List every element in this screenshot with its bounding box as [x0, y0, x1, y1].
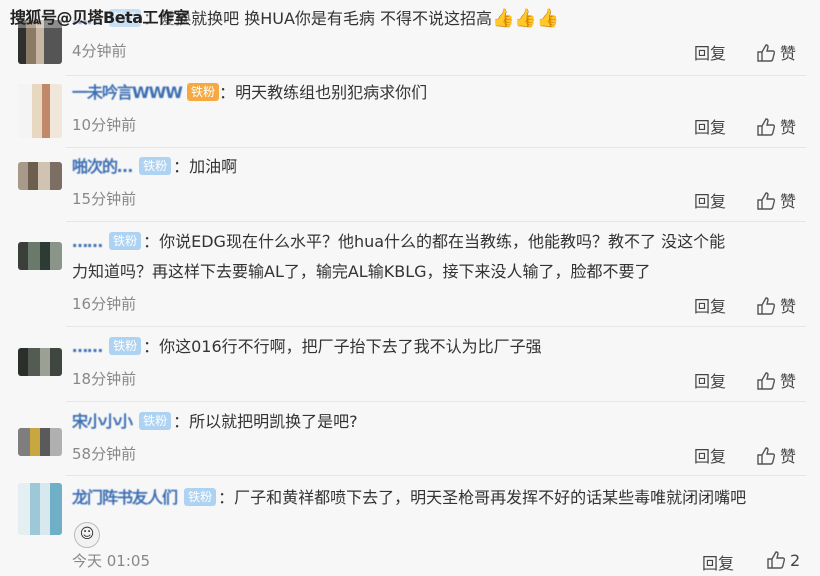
avatar[interactable] — [18, 348, 62, 376]
thumbs-up-emoji: 👍👍👍 — [492, 8, 560, 29]
avatar[interactable] — [18, 428, 62, 456]
username[interactable]: 啪次的… — [72, 150, 133, 184]
thumbs-up-icon — [757, 192, 776, 210]
sticker-emoji: ☺ — [74, 517, 100, 548]
divider — [66, 221, 806, 222]
thumbs-up-icon — [757, 118, 776, 136]
watermark: 搜狐号@贝塔Beta工作室 — [10, 4, 190, 28]
thumbs-up-icon — [757, 447, 776, 465]
username[interactable]: …… — [72, 225, 103, 259]
panda-face-icon: ☺ — [74, 522, 100, 548]
like-button[interactable]: 赞 — [756, 293, 796, 317]
divider — [66, 475, 806, 476]
username[interactable]: 宋小小小 — [72, 405, 133, 439]
username[interactable]: 龙门阵书友人们 — [72, 481, 178, 515]
fan-badge[interactable]: 铁粉 — [187, 83, 220, 101]
comment-time: 4分钟前 — [72, 42, 127, 60]
avatar[interactable] — [18, 84, 62, 138]
comment-time: 15分钟前 — [72, 190, 137, 208]
avatar[interactable] — [18, 242, 62, 270]
like-button[interactable]: 赞 — [756, 114, 796, 138]
reply-button[interactable]: 回复 — [694, 368, 726, 392]
divider — [66, 147, 806, 148]
like-count: 2 — [790, 551, 801, 570]
like-button[interactable]: 赞 — [756, 443, 796, 467]
avatar[interactable] — [18, 162, 62, 190]
comment-time: 今天 01:05 — [72, 552, 150, 570]
comment-text: …… 铁粉 ：你说EDG现在什么水平？他hua什么的都在当教练，他能教吗？教不了 … — [72, 225, 790, 259]
thumbs-up-icon — [757, 44, 776, 62]
thumbs-up-icon — [757, 297, 776, 315]
comment-text-line2: 力知道吗？再这样下去要输AL了，输完AL输KBLG，接下来没人输了，脸都不要了 — [72, 262, 651, 281]
reply-button[interactable]: 回复 — [694, 114, 726, 138]
like-button[interactable]: 赞 — [756, 40, 796, 64]
avatar[interactable] — [18, 483, 62, 535]
reply-button[interactable]: 回复 — [702, 550, 734, 574]
like-button[interactable]: 2 — [766, 550, 800, 570]
fan-badge[interactable]: 铁粉 — [139, 157, 172, 175]
divider — [66, 326, 806, 327]
reply-button[interactable]: 回复 — [694, 188, 726, 212]
thumbs-up-icon — [767, 551, 786, 569]
comment-time: 10分钟前 — [72, 116, 137, 134]
comment-text: 啪次的… 铁粉 ：加油啊 — [72, 150, 790, 184]
comment-text: 宋小小小 铁粉 ：所以就把明凯换了是吧? — [72, 405, 790, 439]
comment-text: 一未吟言WWW 铁粉 ：明天教练组也别犯病求你们 — [72, 76, 790, 110]
fan-badge[interactable]: 铁粉 — [184, 488, 217, 506]
like-button[interactable]: 赞 — [756, 188, 796, 212]
fan-badge[interactable]: 铁粉 — [109, 337, 142, 355]
comment-text: 龙门阵书友人们 铁粉 ：厂子和黄祥都喷下去了，明天圣枪哥再发挥不好的话某些毒唯就闭… — [72, 481, 790, 515]
comment-time: 18分钟前 — [72, 370, 137, 388]
comment-time: 16分钟前 — [72, 295, 137, 313]
thumbs-up-icon — [757, 372, 776, 390]
reply-button[interactable]: 回复 — [694, 443, 726, 467]
fan-badge[interactable]: 铁粉 — [139, 412, 172, 430]
comment-text: …… 铁粉 ：你这016行不行啊，把厂子抬下去了我不认为比厂子强 — [72, 330, 790, 364]
username[interactable]: 一未吟言WWW — [72, 76, 183, 110]
reply-button[interactable]: 回复 — [694, 293, 726, 317]
like-button[interactable]: 赞 — [756, 368, 796, 392]
comment-time: 58分钟前 — [72, 445, 137, 463]
fan-badge[interactable]: 铁粉 — [109, 232, 142, 250]
divider — [66, 401, 806, 402]
reply-button[interactable]: 回复 — [694, 40, 726, 64]
username[interactable]: …… — [72, 330, 103, 364]
